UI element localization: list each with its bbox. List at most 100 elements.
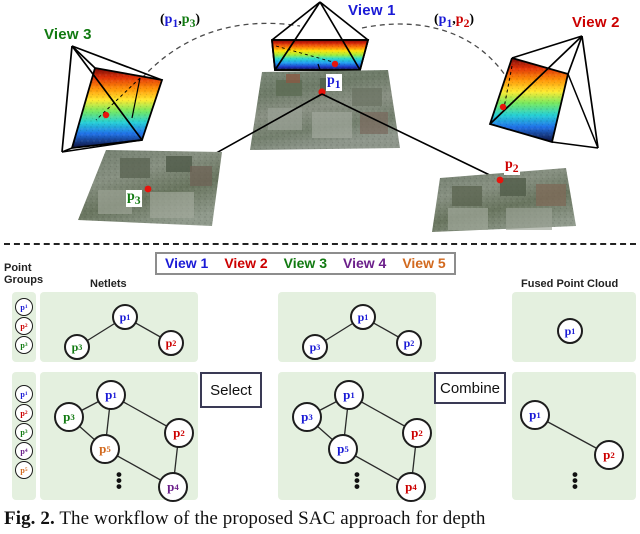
graph-node-p2[interactable]: p2 bbox=[402, 418, 432, 448]
graph-node-p1[interactable]: p1 bbox=[334, 380, 364, 410]
pair-p2-base: p bbox=[455, 12, 464, 27]
node-label-sub: 3 bbox=[78, 342, 83, 352]
graph-node-p5[interactable]: p5 bbox=[90, 434, 120, 464]
node-label-sub: 2 bbox=[410, 338, 415, 348]
caption-text: The workflow of the proposed SAC approac… bbox=[54, 508, 486, 529]
node-label-base: p bbox=[343, 387, 351, 402]
graph-node-p3[interactable]: p3 bbox=[54, 402, 84, 432]
node-label-sub: 2 bbox=[418, 428, 423, 438]
node-label-sub: 1 bbox=[126, 312, 131, 322]
fused-panel-row-1: p1 bbox=[512, 292, 636, 362]
node-label-base: p bbox=[564, 323, 572, 338]
graph-node-p1[interactable]: p1 bbox=[96, 380, 126, 410]
view-label-view-1: View 1 bbox=[348, 2, 396, 19]
node-label-base: p bbox=[337, 441, 345, 456]
scene-graphics bbox=[61, 1, 599, 232]
node-label-base: p bbox=[167, 479, 175, 494]
point-label-sub: 5 bbox=[24, 467, 28, 473]
legend-item-view-1: View 1 bbox=[165, 255, 209, 271]
graph-node-p3[interactable]: p3 bbox=[292, 402, 322, 432]
point-group-2-point-5[interactable]: p5 bbox=[15, 461, 33, 479]
graph-node-p4[interactable]: p4 bbox=[396, 472, 426, 502]
point-group-1-point-1[interactable]: p1 bbox=[15, 298, 33, 316]
point-label-sub: 2 bbox=[24, 323, 28, 329]
point-group-panel-1: p1p2p3 bbox=[12, 292, 36, 362]
arc-p1-p3 bbox=[141, 22, 301, 79]
point-group-2-point-3[interactable]: p3 bbox=[15, 423, 33, 441]
column-header-point-groups: Point Groups bbox=[4, 262, 44, 286]
point-label-sub: 3 bbox=[24, 342, 28, 348]
dot-3: • bbox=[116, 477, 122, 496]
node-label-sub: 4 bbox=[412, 482, 417, 492]
node-label-sub: 1 bbox=[350, 390, 355, 400]
figure-2: View 1 View 2 View 3 (p1,p3) (p1,p2) p1 … bbox=[0, 0, 640, 534]
caption-label: Fig. 2. bbox=[4, 508, 55, 529]
scene-point-label-p2: p2 bbox=[504, 157, 520, 176]
p3-sub: 3 bbox=[134, 193, 141, 207]
point-label-sub: 4 bbox=[24, 448, 28, 454]
node-label-sub: 2 bbox=[172, 338, 177, 348]
selected-ellipsis: • • • bbox=[352, 466, 362, 496]
node-label-base: p bbox=[63, 409, 71, 424]
graph-node-p2[interactable]: p2 bbox=[396, 330, 422, 356]
point-group-2-point-4[interactable]: p4 bbox=[15, 442, 33, 460]
point-group-1-point-3[interactable]: p3 bbox=[15, 336, 33, 354]
column-header-fused-point-cloud: Fused Point Cloud bbox=[521, 278, 619, 290]
graph-node-p1[interactable]: p1 bbox=[112, 304, 138, 330]
graph-node-p1[interactable]: p1 bbox=[557, 318, 583, 344]
legend-item-view-5: View 5 bbox=[402, 255, 446, 271]
node-label-base: p bbox=[403, 335, 411, 350]
node-label-base: p bbox=[301, 409, 309, 424]
graph-node-p1[interactable]: p1 bbox=[520, 400, 550, 430]
select-button[interactable]: Select bbox=[200, 372, 262, 408]
node-label-sub: 5 bbox=[106, 444, 111, 454]
point-label-sub: 2 bbox=[24, 410, 28, 416]
p1-base: p bbox=[327, 73, 335, 88]
graph-node-p2[interactable]: p2 bbox=[164, 418, 194, 448]
arc-p1-p2 bbox=[361, 23, 513, 87]
node-label-base: p bbox=[309, 339, 317, 354]
central-point-cloud bbox=[149, 63, 501, 191]
multi-view-scene: View 1 View 2 View 3 (p1,p3) (p1,p2) p1 … bbox=[0, 0, 640, 236]
graph-node-p4[interactable]: p4 bbox=[158, 472, 188, 502]
node-label-base: p bbox=[173, 425, 181, 440]
point-label-sub: 3 bbox=[24, 429, 28, 435]
point-group-1-point-2[interactable]: p2 bbox=[15, 317, 33, 335]
section-divider bbox=[4, 243, 636, 245]
p2-base: p bbox=[505, 157, 513, 172]
ground-patch-p3 bbox=[78, 150, 222, 226]
node-label-base: p bbox=[405, 479, 413, 494]
node-label-sub: 1 bbox=[536, 410, 541, 420]
graph-node-p3[interactable]: p3 bbox=[302, 334, 328, 360]
point-group-2-point-1[interactable]: p1 bbox=[15, 385, 33, 403]
p1-sub: 1 bbox=[334, 77, 341, 91]
graph-node-p3[interactable]: p3 bbox=[64, 334, 90, 360]
graph-node-p1[interactable]: p1 bbox=[350, 304, 376, 330]
selected-panel-row-2: p1p3p5p2p4 • • • bbox=[278, 372, 436, 502]
paren-close: ) bbox=[469, 12, 475, 27]
p2-sub: 2 bbox=[512, 161, 519, 175]
dot-3: • bbox=[572, 477, 578, 496]
column-header-netlets: Netlets bbox=[90, 278, 127, 290]
node-label-sub: 3 bbox=[70, 412, 75, 422]
graph-node-p2[interactable]: p2 bbox=[158, 330, 184, 356]
point-label-sub: 1 bbox=[24, 304, 28, 310]
node-label-sub: 5 bbox=[344, 444, 349, 454]
point-group-2-point-2[interactable]: p2 bbox=[15, 404, 33, 422]
fused-ellipsis: • • • bbox=[570, 466, 580, 496]
graph-node-p2[interactable]: p2 bbox=[594, 440, 624, 470]
node-label-sub: 1 bbox=[364, 312, 369, 322]
combine-button[interactable]: Combine bbox=[434, 372, 506, 404]
node-label-sub: 2 bbox=[180, 428, 185, 438]
legend-item-view-4: View 4 bbox=[342, 255, 387, 271]
node-label-base: p bbox=[165, 335, 173, 350]
view-label-view-3: View 3 bbox=[44, 26, 92, 43]
p3-base: p bbox=[127, 189, 135, 204]
netlet-ellipsis: • • • bbox=[114, 466, 124, 496]
graph-node-p5[interactable]: p5 bbox=[328, 434, 358, 464]
view-2-frustum bbox=[488, 35, 599, 149]
node-label-sub: 1 bbox=[571, 326, 576, 336]
fused-panel-row-2: p1 p2 • • • bbox=[512, 372, 636, 500]
dot-3: • bbox=[354, 477, 360, 496]
pair-label-p1-p2: (p1,p2) bbox=[434, 12, 474, 30]
